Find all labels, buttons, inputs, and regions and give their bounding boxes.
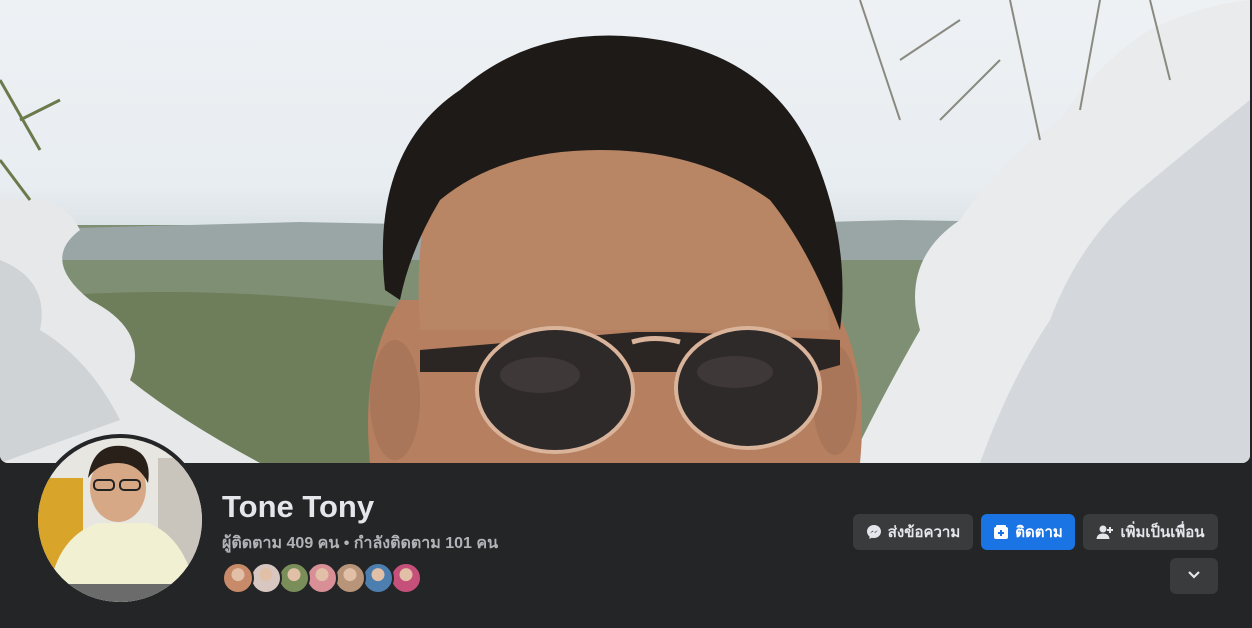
more-options-button[interactable] — [1170, 558, 1218, 594]
add-friend-icon — [1096, 524, 1114, 540]
follow-icon — [993, 524, 1009, 540]
profile-avatar[interactable] — [34, 434, 206, 606]
message-button-label: ส่งข้อความ — [887, 524, 961, 541]
follower-avatar[interactable] — [222, 562, 254, 594]
follower-avatar[interactable] — [334, 562, 366, 594]
follower-avatar[interactable] — [250, 562, 282, 594]
follower-stats[interactable]: ผู้ติดตาม 409 คน • กำลังติดตาม 101 คน — [222, 531, 498, 556]
follower-avatars — [222, 562, 422, 594]
add-friend-button-label: เพิ่มเป็นเพื่อน — [1120, 524, 1205, 541]
message-button[interactable]: ส่งข้อความ — [853, 514, 973, 550]
chevron-down-icon — [1187, 567, 1201, 585]
add-friend-button[interactable]: เพิ่มเป็นเพื่อน — [1083, 514, 1218, 550]
follow-button[interactable]: ติดตาม — [981, 514, 1075, 550]
profile-name: Tone Tony — [222, 489, 375, 524]
follower-avatar[interactable] — [362, 562, 394, 594]
cover-photo[interactable] — [0, 0, 1250, 463]
follow-button-label: ติดตาม — [1015, 524, 1063, 541]
follower-avatar[interactable] — [306, 562, 338, 594]
messenger-icon — [866, 524, 882, 540]
follower-avatar[interactable] — [278, 562, 310, 594]
follower-avatar[interactable] — [390, 562, 422, 594]
